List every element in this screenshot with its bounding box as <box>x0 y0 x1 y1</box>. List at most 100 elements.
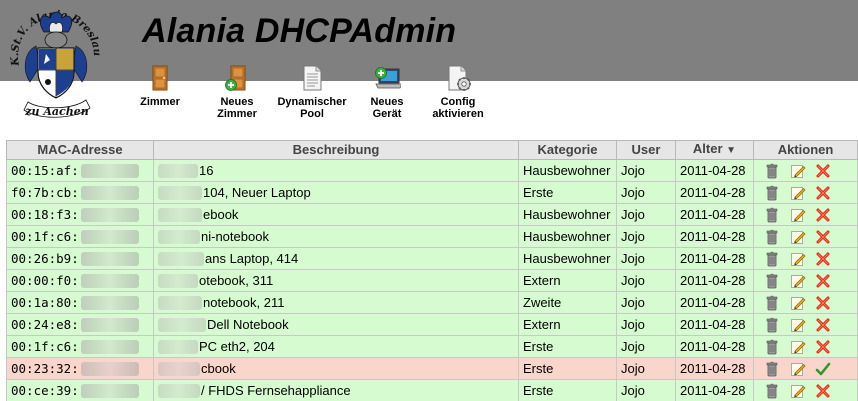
table-row[interactable]: 00:23:32: cbook Erste Jojo 2011-04-28 <box>6 357 858 380</box>
delete-x-icon[interactable] <box>815 295 831 311</box>
neues-zimmer-button[interactable]: Neues Zimmer <box>207 64 267 120</box>
edit-pencil-icon[interactable] <box>790 185 806 201</box>
category-cell: Hausbewohner <box>518 247 617 270</box>
edit-pencil-icon[interactable] <box>790 251 806 267</box>
user-cell: Jojo <box>616 181 676 204</box>
crest-logo[interactable]: K.St.V. Alania Breslau zu Aachen <box>6 6 106 124</box>
redacted-description <box>158 384 200 399</box>
laptop-add-icon <box>373 64 403 92</box>
delete-x-icon[interactable] <box>815 185 831 201</box>
mac-prefix: 00:26:b9: <box>11 250 79 266</box>
trash-icon[interactable] <box>764 273 780 289</box>
trash-icon[interactable] <box>764 163 780 179</box>
age-cell: 2011-04-28 <box>675 357 754 380</box>
trash-icon[interactable] <box>764 185 780 201</box>
table-row[interactable]: 00:1f:c6: ni-notebook Hausbewohner Jojo … <box>6 225 858 248</box>
edit-pencil-icon[interactable] <box>790 229 806 245</box>
column-header-description[interactable]: Beschreibung <box>153 140 519 160</box>
trash-icon[interactable] <box>764 339 780 355</box>
description-text: Dell Notebook <box>207 316 289 332</box>
hosts-table: MAC-Adresse Beschreibung Kategorie User … <box>6 140 858 401</box>
user-cell: Jojo <box>616 203 676 226</box>
delete-x-icon[interactable] <box>815 339 831 355</box>
trash-icon[interactable] <box>764 383 780 399</box>
edit-pencil-icon[interactable] <box>790 339 806 355</box>
edit-pencil-icon[interactable] <box>790 383 806 399</box>
edit-pencil-icon[interactable] <box>790 163 806 179</box>
table-row[interactable]: 00:24:e8: Dell Notebook Extern Jojo 2011… <box>6 313 858 336</box>
description-cell: 16 <box>153 159 519 182</box>
description-cell: Dell Notebook <box>153 313 519 336</box>
table-row[interactable]: 00:26:b9: ans Laptop, 414 Hausbewohner J… <box>6 247 858 270</box>
age-cell: 2011-04-28 <box>675 225 754 248</box>
actions-cell <box>753 225 858 248</box>
actions-cell <box>753 313 858 336</box>
delete-x-icon[interactable] <box>815 273 831 289</box>
actions-cell <box>753 357 858 380</box>
category-cell: Erste <box>518 357 617 380</box>
description-cell: cbook <box>153 357 519 380</box>
delete-x-icon[interactable] <box>815 251 831 267</box>
mac-prefix: 00:18:f3: <box>11 206 79 222</box>
zimmer-label: Zimmer <box>140 96 180 108</box>
table-row[interactable]: 00:00:f0: otebook, 311 Extern Jojo 2011-… <box>6 269 858 292</box>
category-cell: Extern <box>518 313 617 336</box>
config-aktivieren-label: Config aktivieren <box>432 96 484 120</box>
config-aktivieren-button[interactable]: Config aktivieren <box>424 64 492 120</box>
age-cell: 2011-04-28 <box>675 269 754 292</box>
table-row[interactable]: 00:15:af: 16 Hausbewohner Jojo 2011-04-2… <box>6 159 858 182</box>
table-row[interactable]: 00:1a:80: notebook, 211 Zweite Jojo 2011… <box>6 291 858 314</box>
table-row[interactable]: 00:18:f3: ebook Hausbewohner Jojo 2011-0… <box>6 203 858 226</box>
sort-desc-icon: ▼ <box>726 145 737 156</box>
delete-x-icon[interactable] <box>815 229 831 245</box>
user-cell: Jojo <box>616 379 676 401</box>
mac-cell: 00:15:af: <box>6 159 154 182</box>
column-header-age[interactable]: Alter ▼ <box>675 140 754 160</box>
edit-pencil-icon[interactable] <box>790 361 806 377</box>
table-row[interactable]: 00:ce:39: / FHDS Fernsehappliance Erste … <box>6 379 858 401</box>
actions-cell <box>753 291 858 314</box>
column-header-actions: Aktionen <box>753 140 858 160</box>
dynamischer-pool-button[interactable]: Dynamischer Pool <box>274 64 350 120</box>
table-row[interactable]: 00:1f:c6: PC eth2, 204 Erste Jojo 2011-0… <box>6 335 858 358</box>
delete-x-icon[interactable] <box>815 207 831 223</box>
description-text: ni-notebook <box>201 228 269 244</box>
redacted-description <box>158 274 198 289</box>
trash-icon[interactable] <box>764 295 780 311</box>
zimmer-button[interactable]: Zimmer <box>130 64 190 108</box>
redacted-mac <box>80 340 139 354</box>
column-header-mac[interactable]: MAC-Adresse <box>6 140 154 160</box>
redacted-description <box>158 296 202 311</box>
user-cell: Jojo <box>616 335 676 358</box>
delete-x-icon[interactable] <box>815 317 831 333</box>
activate-check-icon[interactable] <box>815 361 831 377</box>
neues-geraet-button[interactable]: Neues Gerät <box>357 64 417 120</box>
category-cell: Zweite <box>518 291 617 314</box>
trash-icon[interactable] <box>764 229 780 245</box>
door-icon <box>146 64 174 92</box>
mac-prefix: 00:00:f0: <box>11 272 79 288</box>
column-header-user[interactable]: User <box>616 140 676 160</box>
trash-icon[interactable] <box>764 361 780 377</box>
user-cell: Jojo <box>616 247 676 270</box>
delete-x-icon[interactable] <box>815 163 831 179</box>
edit-pencil-icon[interactable] <box>790 317 806 333</box>
edit-pencil-icon[interactable] <box>790 295 806 311</box>
category-cell: Hausbewohner <box>518 203 617 226</box>
column-header-category[interactable]: Kategorie <box>518 140 617 160</box>
trash-icon[interactable] <box>764 251 780 267</box>
app-title: Alania DHCPAdmin <box>142 12 457 50</box>
age-cell: 2011-04-28 <box>675 313 754 336</box>
table-row[interactable]: f0:7b:cb: 104, Neuer Laptop Erste Jojo 2… <box>6 181 858 204</box>
edit-pencil-icon[interactable] <box>790 273 806 289</box>
mac-cell: f0:7b:cb: <box>6 181 154 204</box>
mac-cell: 00:1f:c6: <box>6 335 154 358</box>
mac-cell: 00:ce:39: <box>6 379 154 401</box>
delete-x-icon[interactable] <box>815 383 831 399</box>
edit-pencil-icon[interactable] <box>790 207 806 223</box>
trash-icon[interactable] <box>764 207 780 223</box>
mac-prefix: 00:15:af: <box>11 162 79 178</box>
trash-icon[interactable] <box>764 317 780 333</box>
description-text: ans Laptop, 414 <box>205 250 299 266</box>
redacted-description <box>158 164 198 179</box>
